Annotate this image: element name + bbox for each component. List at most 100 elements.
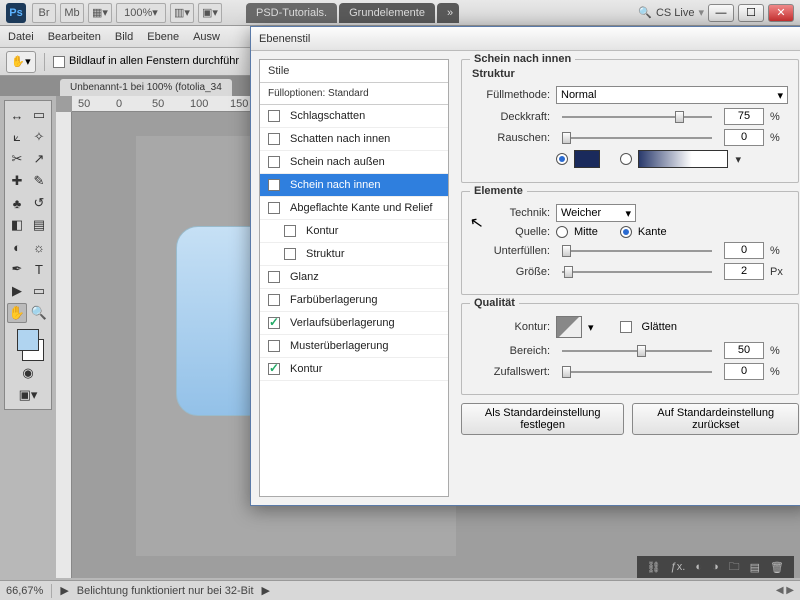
style-bevel-texture[interactable]: Struktur xyxy=(260,243,448,266)
path-select-icon[interactable]: ▶ xyxy=(7,281,27,301)
eraser-tool-icon[interactable]: ◧ xyxy=(7,215,27,235)
size-slider[interactable] xyxy=(562,264,712,280)
zoom-level[interactable]: 100% ▾ xyxy=(116,3,166,23)
quality-heading: Qualität xyxy=(470,297,519,309)
view-extras-icon[interactable]: ▦▾ xyxy=(88,3,112,23)
glow-gradient-swatch[interactable] xyxy=(638,150,728,168)
brush-tool-icon[interactable]: ✎ xyxy=(29,171,49,191)
style-drop-shadow[interactable]: Schlagschatten xyxy=(260,105,448,128)
minibridge-icon[interactable]: Mb xyxy=(60,3,84,23)
document-tab[interactable]: Unbenannt-1 bei 100% (fotolia_34 xyxy=(60,79,232,96)
noise-slider[interactable] xyxy=(562,130,712,146)
maximize-button[interactable]: ☐ xyxy=(738,4,764,22)
zoom-tool-icon[interactable]: 🔍 xyxy=(29,303,49,323)
hand-tool-preset-icon[interactable]: ✋▾ xyxy=(6,51,36,73)
wand-tool-icon[interactable]: ✧ xyxy=(29,127,49,147)
mask-icon[interactable]: ◐ xyxy=(695,561,702,573)
style-list-header[interactable]: Stile xyxy=(260,60,448,83)
gradient-radio[interactable] xyxy=(620,153,632,165)
quickmask-icon[interactable]: ◉ xyxy=(7,363,49,383)
choke-slider[interactable] xyxy=(562,243,712,259)
history-brush-icon[interactable]: ↺ xyxy=(29,193,49,213)
status-info-more-icon[interactable]: ▶ xyxy=(262,584,270,597)
style-stroke[interactable]: Kontur xyxy=(260,358,448,381)
glow-color-swatch[interactable] xyxy=(574,150,600,168)
menu-select[interactable]: Ausw xyxy=(193,31,220,43)
style-inner-shadow[interactable]: Schatten nach innen xyxy=(260,128,448,151)
jitter-slider[interactable] xyxy=(562,364,712,380)
trash-icon[interactable]: 🗑 xyxy=(770,561,784,574)
blend-options-item[interactable]: Fülloptionen: Standard xyxy=(260,83,448,105)
reset-default-button[interactable]: Auf Standardeinstellung zurückset xyxy=(632,403,799,435)
folder-icon[interactable]: 🗀 xyxy=(729,558,740,577)
menu-image[interactable]: Bild xyxy=(115,31,133,43)
marquee-tool-icon[interactable]: ▭ xyxy=(29,105,49,125)
fx-icon[interactable]: ƒx. xyxy=(671,561,686,573)
style-bevel[interactable]: Abgeflachte Kante und Relief xyxy=(260,197,448,220)
menu-edit[interactable]: Bearbeiten xyxy=(48,31,101,43)
style-outer-glow[interactable]: Schein nach außen xyxy=(260,151,448,174)
ruler-vertical xyxy=(56,112,72,578)
style-color-overlay[interactable]: Farbüberlagerung xyxy=(260,289,448,312)
crop-tool-icon[interactable]: ✂ xyxy=(7,149,27,169)
jitter-input[interactable]: 0 xyxy=(724,363,764,380)
style-inner-glow[interactable]: Schein nach innen xyxy=(260,174,448,197)
hand-tool-icon[interactable]: ✋ xyxy=(7,303,27,323)
make-default-button[interactable]: Als Standardeinstellung festlegen xyxy=(461,403,624,435)
workspace-tab[interactable]: PSD-Tutorials. xyxy=(246,3,337,23)
resize-grip-icon[interactable]: ◀ ▶ xyxy=(776,585,794,596)
source-edge-radio[interactable] xyxy=(620,226,632,238)
blend-mode-select[interactable]: Normal▾ xyxy=(556,86,788,104)
foreground-color[interactable] xyxy=(17,329,39,351)
close-button[interactable]: ✕ xyxy=(768,4,794,22)
workspace-more-icon[interactable]: » xyxy=(437,3,459,23)
search-icon[interactable]: 🔍 xyxy=(638,6,652,19)
size-input[interactable]: 2 xyxy=(724,263,764,280)
new-layer-icon[interactable]: ▤ xyxy=(750,561,760,574)
dodge-tool-icon[interactable]: ☼ xyxy=(29,237,49,257)
adjustment-icon[interactable]: ◑ xyxy=(712,561,719,573)
menu-layer[interactable]: Ebene xyxy=(147,31,179,43)
technique-select[interactable]: Weicher▾ xyxy=(556,204,636,222)
contour-label: Kontur: xyxy=(472,321,550,333)
noise-input[interactable]: 0 xyxy=(724,129,764,146)
cslive-button[interactable]: CS Live xyxy=(656,7,695,19)
antialias-checkbox[interactable] xyxy=(620,321,632,333)
range-input[interactable]: 50 xyxy=(724,342,764,359)
opacity-input[interactable]: 75 xyxy=(724,108,764,125)
color-radio[interactable] xyxy=(556,153,568,165)
color-swatches[interactable] xyxy=(7,325,49,361)
shape-tool-icon[interactable]: ▭ xyxy=(29,281,49,301)
menu-file[interactable]: Datei xyxy=(8,31,34,43)
lasso-tool-icon[interactable]: ⟀ xyxy=(7,127,27,147)
link-layers-icon[interactable]: ⛓ xyxy=(647,561,661,574)
healing-tool-icon[interactable]: ✚ xyxy=(7,171,27,191)
style-pattern-overlay[interactable]: Musterüberlagerung xyxy=(260,335,448,358)
gradient-tool-icon[interactable]: ▤ xyxy=(29,215,49,235)
arrange-documents-icon[interactable]: ▥▾ xyxy=(170,3,194,23)
blur-tool-icon[interactable]: ◐ xyxy=(7,237,27,257)
status-info-icon[interactable]: ▶ xyxy=(60,584,68,597)
style-satin[interactable]: Glanz xyxy=(260,266,448,289)
move-tool-icon[interactable]: ↔ xyxy=(7,105,27,125)
choke-input[interactable]: 0 xyxy=(724,242,764,259)
screenmode-icon[interactable]: ▣▾ xyxy=(7,385,49,405)
style-gradient-overlay[interactable]: Verlaufsüberlagerung xyxy=(260,312,448,335)
bridge-icon[interactable]: Br xyxy=(32,3,56,23)
minimize-button[interactable]: — xyxy=(708,4,734,22)
status-zoom[interactable]: 66,67% xyxy=(6,585,43,597)
dialog-titlebar[interactable]: Ebenenstil xyxy=(251,27,800,51)
eyedropper-tool-icon[interactable]: ↗ xyxy=(29,149,49,169)
source-center-radio[interactable] xyxy=(556,226,568,238)
noise-label: Rauschen: xyxy=(472,132,550,144)
style-bevel-contour[interactable]: Kontur xyxy=(260,220,448,243)
pen-tool-icon[interactable]: ✒ xyxy=(7,259,27,279)
workspace-tab[interactable]: Grundelemente xyxy=(339,3,435,23)
opacity-slider[interactable] xyxy=(562,109,712,125)
stamp-tool-icon[interactable]: ♣ xyxy=(7,193,27,213)
type-tool-icon[interactable]: T xyxy=(29,259,49,279)
range-slider[interactable] xyxy=(562,343,712,359)
contour-picker[interactable] xyxy=(556,316,582,338)
screen-mode-icon[interactable]: ▣▾ xyxy=(198,3,222,23)
scroll-all-windows-checkbox[interactable]: Bildlauf in allen Fenstern durchführ xyxy=(53,55,239,67)
